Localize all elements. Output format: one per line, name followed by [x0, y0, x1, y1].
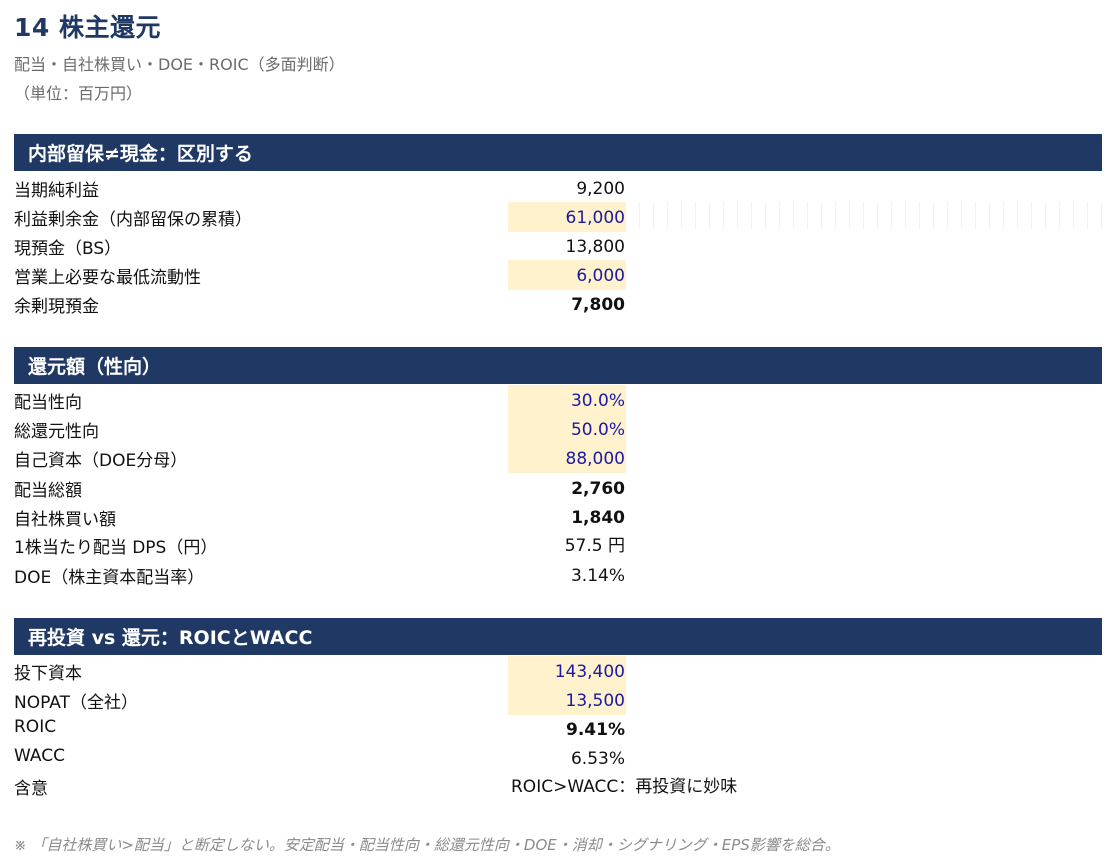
input-cell[interactable]: 143,400 [508, 656, 626, 686]
row-label: 1株当たり配当 DPS（円） [14, 538, 218, 558]
table-row: NOPAT（全社） 13,500 [14, 685, 1014, 715]
table-row: 現預金（BS） 13,800 [14, 231, 1014, 260]
table-row: 含意 ROIC>WACC：再投資に妙味 [14, 771, 1014, 800]
row-value-cell[interactable]: 57.5 円 [508, 530, 626, 560]
row-label: 自己資本（DOE分母） [14, 451, 188, 471]
table-row: ROIC 9.41% [14, 714, 1014, 743]
table-row: 総還元性向 50.0% [14, 414, 1014, 444]
spreadsheet-sheet: 14 株主還元 配当・自社株買い・DOE・ROIC（多面判断） （単位：百万円）… [0, 0, 1114, 866]
input-cell[interactable]: 50.0% [508, 414, 626, 444]
row-value-cell[interactable]: 13,800 [508, 231, 626, 261]
input-cell[interactable]: 61,000 [508, 202, 626, 232]
page-title: 14 株主還元 [14, 13, 161, 42]
row-label: 現預金（BS） [14, 239, 122, 259]
page-subtitle: 配当・自社株買い・DOE・ROIC（多面判断） [14, 55, 345, 74]
row-label: 自社株買い額 [14, 510, 116, 530]
table-row: 配当総額 2,760 [14, 473, 1014, 502]
table-row: 営業上必要な最低流動性 6,000 [14, 260, 1014, 290]
table-row: 投下資本 143,400 [14, 656, 1014, 686]
row-label: DOE（株主資本配当率） [14, 568, 205, 588]
row-label: 余剰現預金 [14, 297, 99, 317]
table-row: 自己資本（DOE分母） 88,000 [14, 443, 1014, 473]
unit-label: （単位：百万円） [14, 84, 143, 103]
row-value-cell[interactable]: 3.14% [508, 560, 626, 590]
table-row: 自社株買い額 1,840 [14, 502, 1014, 531]
row-value-cell[interactable]: 1,840 [508, 502, 626, 532]
row-label: 投下資本 [14, 664, 82, 684]
row-value-cell[interactable]: 2,760 [508, 473, 626, 503]
input-cell[interactable]: 13,500 [508, 685, 626, 715]
row-value-cell[interactable]: 9,200 [508, 173, 626, 203]
row-label: 配当総額 [14, 481, 82, 501]
row-label: 利益剰余金（内部留保の累積） [14, 210, 252, 230]
row-label: ROIC [14, 717, 57, 737]
row-label: NOPAT（全社） [14, 693, 138, 713]
row-value-cell[interactable]: 9.41% [508, 714, 626, 744]
table-row: 1株当たり配当 DPS（円） 57.5 円 [14, 530, 1014, 559]
table-row: 配当性向 30.0% [14, 385, 1014, 415]
section-header-roic-wacc: 再投資 vs 還元：ROICとWACC [14, 618, 1102, 655]
row-value-cell[interactable]: 6.53% [508, 743, 626, 773]
implication-cell[interactable]: ROIC>WACC：再投資に妙味 [511, 771, 738, 801]
input-cell[interactable]: 6,000 [508, 260, 626, 290]
footnote: ※ 「自社株買い>配当」と断定しない。安定配当・配当性向・総還元性向・DOE・消… [14, 836, 840, 854]
row-label: 配当性向 [14, 393, 82, 413]
row-value-cell[interactable]: 7,800 [508, 289, 626, 319]
section-header-retained-earnings: 内部留保≠現金：区別する [14, 134, 1102, 171]
row-label: 営業上必要な最低流動性 [14, 268, 201, 288]
table-row: 余剰現預金 7,800 [14, 289, 1014, 318]
table-row: DOE（株主資本配当率） 3.14% [14, 560, 1014, 589]
section-header-payout: 還元額（性向） [14, 347, 1102, 384]
table-row: 当期純利益 9,200 [14, 173, 1014, 202]
input-cell[interactable]: 30.0% [508, 385, 626, 415]
row-label: 当期純利益 [14, 181, 99, 201]
input-cell[interactable]: 88,000 [508, 443, 626, 473]
row-label: 総還元性向 [14, 422, 99, 442]
cell-gridlines [626, 202, 1102, 229]
table-row: WACC 6.53% [14, 743, 1014, 772]
row-label: WACC [14, 746, 65, 766]
row-label: 含意 [14, 779, 48, 799]
